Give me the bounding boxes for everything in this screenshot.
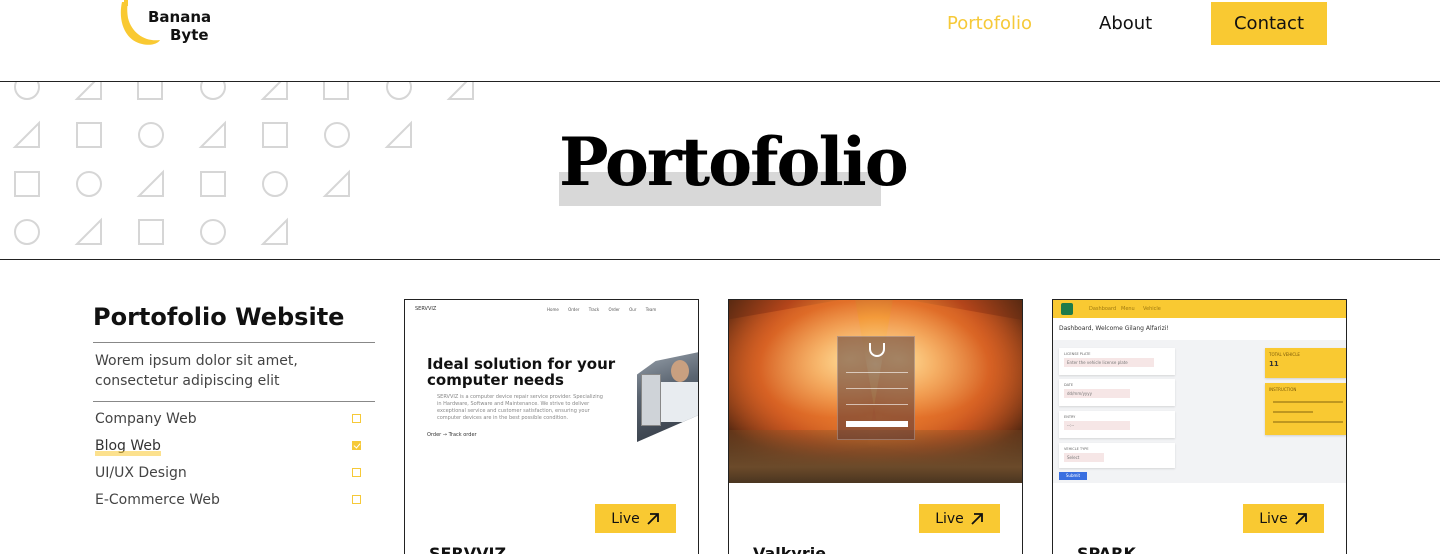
filter-e-commerce-web[interactable]: E-Commerce Web	[93, 489, 375, 516]
preview-brand: SERVVIZ	[415, 306, 437, 312]
filter-label: UI/UX Design	[95, 465, 187, 481]
preview-submit: Submit	[1059, 472, 1087, 480]
geometric-pattern	[12, 82, 474, 245]
filter-sidebar: Portofolio Website Worem ipsum dolor sit…	[93, 300, 375, 516]
project-card-servviz[interactable]: SERVVIZ Home Order Track Order Our Team …	[404, 299, 699, 554]
preview-field-label: VEHICLE TYPE	[1064, 447, 1089, 451]
preview-form-card: LICENSE PLATE Enter the vehicle license …	[1059, 348, 1175, 375]
technician-photo	[637, 352, 698, 442]
preview-field-input: --:--	[1064, 421, 1130, 430]
preview-form-card: VEHICLE TYPE Select	[1059, 443, 1175, 468]
filter-checkbox[interactable]	[352, 441, 361, 450]
instruction-line	[1273, 401, 1343, 403]
filter-checkbox[interactable]	[352, 468, 361, 477]
filter-blog-web[interactable]: Blog Web	[93, 435, 375, 462]
category-filter-list: Company Web Blog Web UI/UX Design E-Comm…	[93, 402, 375, 516]
brand-line1: Banana	[148, 8, 212, 26]
preview-field-input: Select	[1064, 453, 1104, 462]
emblem-icon	[869, 343, 885, 357]
filter-checkbox[interactable]	[352, 495, 361, 504]
contact-button[interactable]: Contact	[1211, 2, 1327, 45]
preview-body: SERVVIZ is a computer device repair serv…	[437, 394, 603, 421]
live-label: Live	[1259, 510, 1288, 527]
spark-logo-icon	[1061, 303, 1073, 315]
project-preview-image: SERVVIZ Home Order Track Order Our Team …	[405, 300, 698, 483]
person-shirt	[661, 382, 698, 422]
filter-label: Blog Web	[95, 435, 161, 457]
preview-field-input: dd/mm/yyyy	[1064, 389, 1130, 398]
login-field	[846, 399, 908, 405]
preview-topbar: Dashboard Menu Vehicle	[1053, 300, 1346, 318]
project-title: SPARK	[1077, 544, 1136, 554]
filter-label: E-Commerce Web	[95, 492, 220, 508]
preview-total-card: TOTAL VEHICLE 11	[1265, 348, 1346, 378]
hero-title-block: Portofolio	[559, 122, 909, 206]
preview-total-value: 11	[1269, 360, 1279, 368]
instruction-line	[1273, 411, 1313, 413]
live-label: Live	[611, 510, 640, 527]
project-preview-image	[729, 300, 1022, 483]
login-field	[846, 383, 908, 389]
login-submit	[846, 421, 908, 427]
hero-banner: Portofolio	[0, 82, 1440, 260]
project-title: SERVVIZ	[429, 544, 507, 554]
filter-ui-ux-design[interactable]: UI/UX Design	[93, 462, 375, 489]
preview-field-label: ENTRY	[1064, 415, 1076, 419]
live-button[interactable]: Live	[1243, 504, 1324, 533]
instruction-line	[1273, 421, 1343, 423]
preview-headline: Ideal solution for your computer needs	[427, 355, 616, 389]
preview-nav-links: Home Order Track Order Our Team	[547, 307, 657, 312]
sidebar-title: Portofolio Website	[93, 300, 375, 343]
project-preview-image: Dashboard Menu Vehicle Dashboard, Welcom…	[1053, 300, 1346, 483]
nav-about-link[interactable]: About	[1099, 13, 1152, 35]
preview-field-input: Enter the vehicle license plate	[1064, 358, 1154, 367]
preview-instruction-label: INSTRUCTION	[1269, 387, 1297, 392]
brand-line2: Byte	[170, 26, 209, 44]
brand-name: Banana Byte	[148, 8, 211, 44]
login-panel	[837, 336, 915, 440]
preview-tab: Vehicle	[1143, 306, 1161, 312]
nav-portfolio-link[interactable]: Portofolio	[947, 13, 1032, 35]
arrow-up-right-icon	[647, 512, 659, 525]
arrow-up-right-icon	[1295, 512, 1307, 525]
preview-tab: Dashboard	[1089, 306, 1117, 312]
project-card-spark[interactable]: Dashboard Menu Vehicle Dashboard, Welcom…	[1052, 299, 1347, 554]
live-label: Live	[935, 510, 964, 527]
preview-tab: Menu	[1121, 306, 1135, 312]
top-navbar: Banana Byte Portofolio About Contact	[0, 0, 1440, 82]
page-title: Portofolio	[559, 123, 909, 201]
filter-company-web[interactable]: Company Web	[93, 408, 375, 435]
sidebar-description: Worem ipsum dolor sit amet, consectetur …	[93, 343, 375, 402]
pc-case	[641, 374, 661, 426]
filter-label: Company Web	[95, 411, 197, 427]
preview-form-card: DATE dd/mm/yyyy	[1059, 379, 1175, 406]
filter-checkbox[interactable]	[352, 414, 361, 423]
preview-field-label: DATE	[1064, 383, 1074, 387]
preview-field-label: LICENSE PLATE	[1064, 352, 1091, 356]
live-button[interactable]: Live	[595, 504, 676, 533]
preview-instruction-card: INSTRUCTION	[1265, 383, 1346, 435]
login-field	[846, 367, 908, 373]
person-face	[671, 360, 689, 382]
live-button[interactable]: Live	[919, 504, 1000, 533]
project-card-valkyrie[interactable]: Live Valkyrie	[728, 299, 1023, 554]
preview-welcome: Dashboard, Welcome Gilang Alfarizi!	[1053, 318, 1346, 340]
brand-logo[interactable]: Banana Byte	[116, 0, 226, 52]
preview-cta: Order → Track order	[427, 432, 477, 438]
preview-form-card: ENTRY --:--	[1059, 411, 1175, 438]
project-title: Valkyrie	[753, 544, 827, 554]
arrow-up-right-icon	[971, 512, 983, 525]
preview-total-label: TOTAL VEHICLE	[1269, 352, 1300, 357]
